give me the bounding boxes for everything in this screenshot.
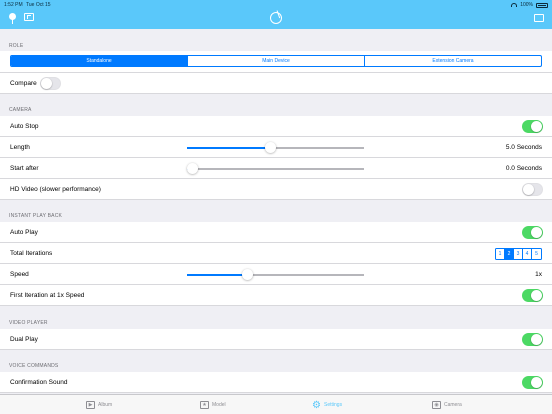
start-after-label: Start after [10, 165, 39, 172]
role-option-standalone[interactable]: Standalone [11, 56, 188, 66]
iteration-option-2[interactable]: 2 [505, 249, 514, 259]
tab-camera[interactable]: ◉ Camera [432, 401, 462, 409]
battery-icon [536, 2, 548, 8]
role-option-extension-camera[interactable]: Extension Camera [365, 56, 541, 66]
section-video-player: VIDEO PLAYER [9, 320, 48, 326]
app-logo-icon [270, 12, 282, 24]
compare-label: Compare [10, 80, 37, 87]
length-slider[interactable] [187, 142, 364, 153]
speed-value: 1x [535, 271, 542, 278]
tab-camera-label: Camera [444, 402, 462, 408]
speed-label: Speed [10, 271, 29, 278]
dual-play-label: Dual Play [10, 336, 38, 343]
total-iterations-label: Total Iterations [10, 250, 53, 257]
tab-bar: ▶ Album ★ Model ⚙ Settings ◉ Camera [0, 394, 552, 414]
camera-icon: ◉ [432, 401, 441, 409]
hd-video-row: HD Video (slower performance) [0, 179, 552, 200]
auto-stop-label: Auto Stop [10, 123, 39, 130]
hd-video-label: HD Video (slower performance) [10, 186, 101, 193]
start-after-value: 0.0 Seconds [505, 165, 542, 172]
tab-settings-label: Settings [324, 402, 343, 408]
confirmation-sound-label: Confirmation Sound [10, 379, 68, 386]
role-option-main-device[interactable]: Main Device [188, 56, 365, 66]
start-after-slider[interactable] [186, 163, 364, 174]
slider-thumb[interactable] [186, 163, 198, 174]
iterations-segmented-control[interactable]: 1 2 3 4 5 [495, 248, 542, 260]
hd-video-toggle[interactable] [522, 183, 543, 196]
iteration-option-5[interactable]: 5 [532, 249, 541, 259]
tab-album[interactable]: ▶ Album [86, 401, 112, 409]
compare-toggle[interactable] [40, 77, 61, 90]
auto-play-toggle[interactable] [522, 226, 543, 239]
toggle-knob [531, 334, 542, 345]
auto-stop-toggle[interactable] [522, 120, 543, 133]
location-pin-icon[interactable] [8, 13, 17, 24]
picture-in-picture-icon[interactable] [24, 13, 34, 21]
cast-icon[interactable] [534, 14, 544, 22]
toggle-knob [531, 290, 542, 301]
status-time: 1:52 PM [4, 2, 23, 8]
length-row: Length 5.0 Seconds [0, 137, 552, 158]
slider-thumb[interactable] [241, 269, 253, 280]
auto-stop-row: Auto Stop [0, 116, 552, 137]
play-icon: ▶ [86, 401, 95, 409]
tab-model[interactable]: ★ Model [200, 401, 226, 409]
iteration-option-3[interactable]: 3 [514, 249, 523, 259]
toggle-knob [531, 121, 542, 132]
status-right: 100% [511, 2, 548, 8]
iteration-option-4[interactable]: 4 [523, 249, 532, 259]
auto-play-row: Auto Play [0, 222, 552, 243]
iteration-option-1[interactable]: 1 [496, 249, 505, 259]
speed-row: Speed 1x [0, 264, 552, 285]
speed-slider[interactable] [187, 269, 364, 280]
length-label: Length [10, 144, 30, 151]
confirmation-sound-toggle[interactable] [522, 376, 543, 389]
auto-play-label: Auto Play [10, 229, 38, 236]
status-bar: 1:52 PM Tue Oct 15 100% [0, 0, 552, 9]
tab-settings[interactable]: ⚙ Settings [312, 399, 343, 411]
top-bar: 1:52 PM Tue Oct 15 100% [0, 0, 552, 29]
status-date: Tue Oct 15 [26, 2, 51, 8]
first-iteration-row: First Iteration at 1x Speed [0, 285, 552, 306]
length-value: 5.0 Seconds [505, 144, 542, 151]
slider-thumb[interactable] [264, 142, 276, 153]
dual-play-toggle[interactable] [522, 333, 543, 346]
battery-percent: 100% [520, 2, 533, 8]
first-iteration-toggle[interactable] [522, 289, 543, 302]
compare-row: Compare [0, 72, 552, 94]
toggle-knob [531, 227, 542, 238]
toggle-knob [41, 78, 52, 89]
start-after-row: Start after 0.0 Seconds [0, 158, 552, 179]
slider-fill [187, 147, 271, 149]
toggle-knob [523, 184, 534, 195]
gear-icon: ⚙ [312, 399, 321, 411]
toggle-knob [531, 377, 542, 388]
section-role: ROLE [9, 43, 24, 49]
section-camera: CAMERA [9, 107, 32, 113]
star-icon: ★ [200, 401, 209, 409]
total-iterations-row: Total Iterations 1 2 3 4 5 [0, 243, 552, 264]
tab-model-label: Model [212, 402, 226, 408]
first-iteration-label: First Iteration at 1x Speed [10, 292, 85, 299]
section-voice-commands: VOICE COMMANDS [9, 363, 59, 369]
wifi-icon [511, 3, 518, 7]
role-segmented-control[interactable]: Standalone Main Device Extension Camera [10, 55, 542, 67]
slider-fill [187, 274, 248, 276]
section-instant-play-back: INSTANT PLAY BACK [9, 213, 63, 219]
tab-album-label: Album [98, 402, 113, 408]
confirmation-sound-row: Confirmation Sound [0, 372, 552, 393]
dual-play-row: Dual Play [0, 329, 552, 350]
